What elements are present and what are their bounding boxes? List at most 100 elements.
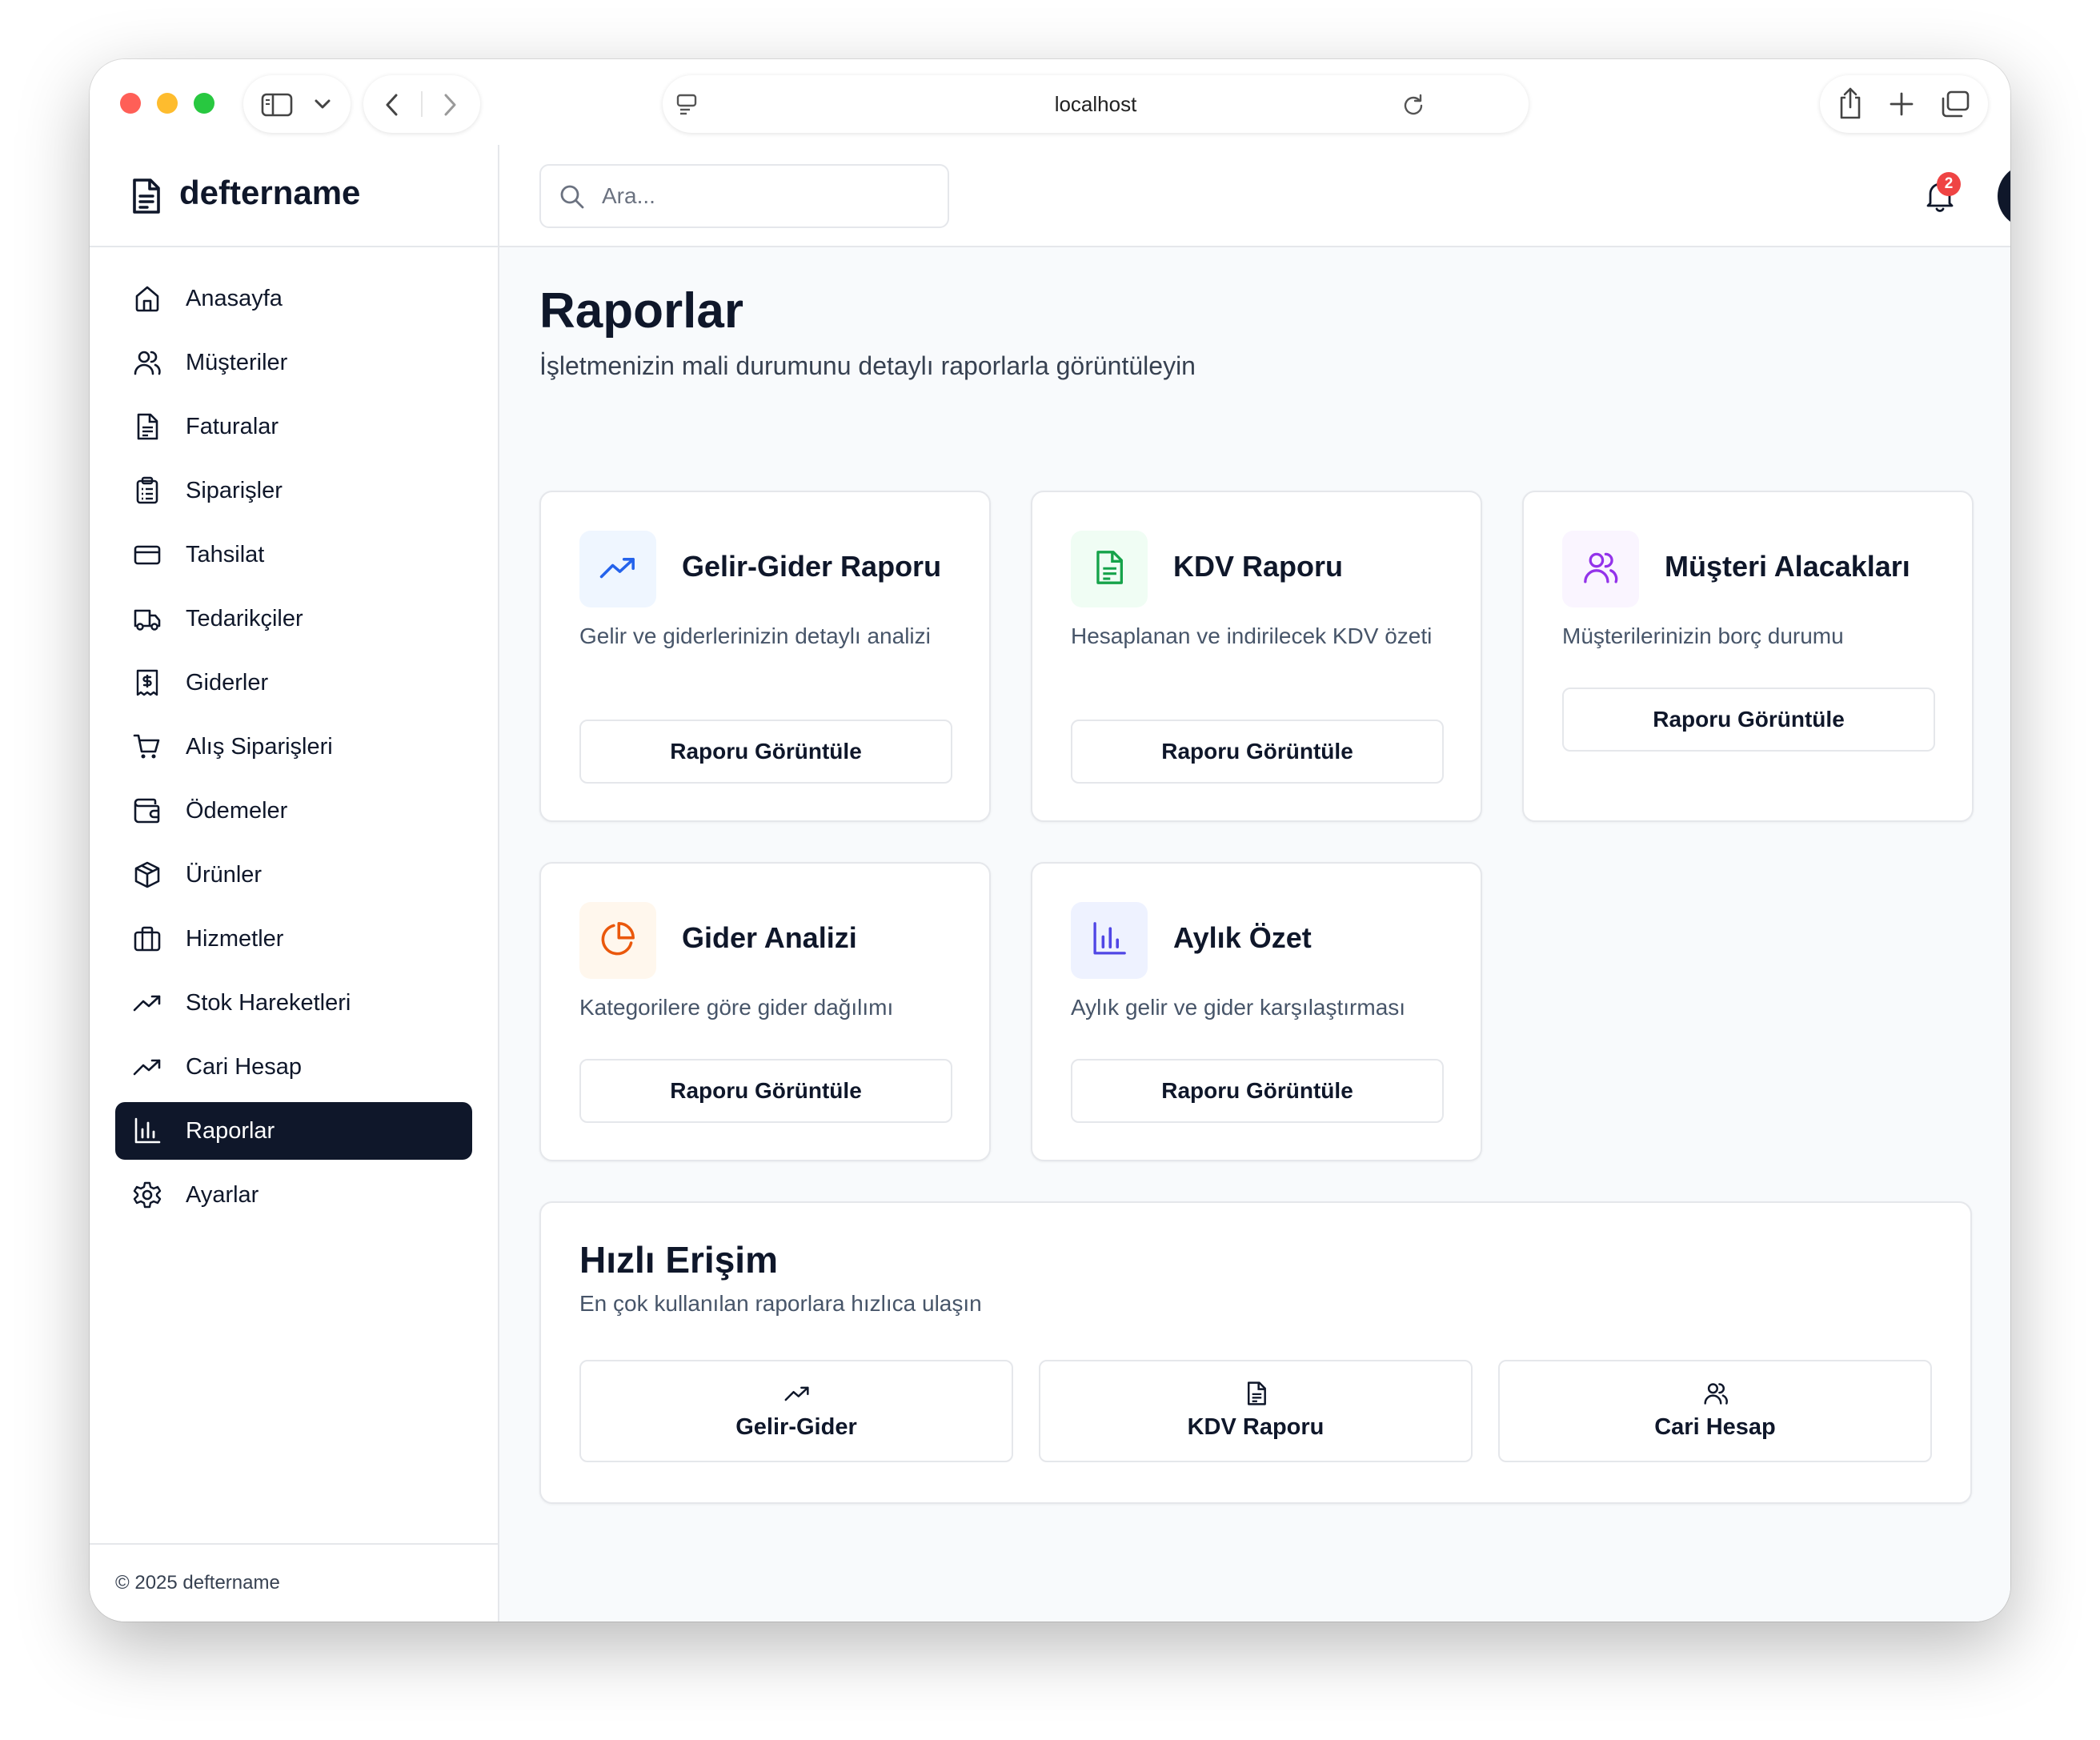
- clipboard-list-icon: [133, 476, 162, 505]
- sidebar-item-label: Ürünler: [186, 862, 262, 888]
- quick-access-label: Gelir-Gider: [735, 1414, 857, 1440]
- users-icon: [1703, 1381, 1729, 1406]
- card-description: Hesaplanan ve indirilecek KDV özeti: [1071, 623, 1433, 648]
- file-text-icon: [1244, 1381, 1269, 1406]
- view-report-button[interactable]: Raporu Görüntüle: [579, 1059, 952, 1123]
- page-settings-icon[interactable]: [675, 93, 698, 119]
- gear-icon: [133, 1181, 162, 1209]
- quick-access-gelir-gider-button[interactable]: Gelir-Gider: [579, 1360, 1013, 1462]
- card-description: Aylık gelir ve gider karşılaştırması: [1071, 995, 1406, 1020]
- card-icon-box: [1071, 531, 1148, 607]
- trending-up-icon: [133, 1052, 162, 1081]
- sidebar-item-siparisler[interactable]: Siparişler: [115, 462, 472, 519]
- sidebar-item-hizmetler[interactable]: Hizmetler: [115, 910, 472, 968]
- sidebar-item-label: Stok Hareketleri: [186, 990, 351, 1016]
- sidebar-item-label: Giderler: [186, 670, 269, 696]
- browser-toolbar: localhost: [90, 59, 2010, 145]
- forward-icon[interactable]: [442, 93, 458, 121]
- search-input[interactable]: [602, 177, 922, 215]
- reload-icon[interactable]: [1402, 93, 1425, 119]
- report-card-musteri-alacaklari: Müşteri Alacakları Müşterilerinizin borç…: [1522, 491, 1974, 822]
- minimize-window-button[interactable]: [157, 93, 178, 114]
- sidebar-item-label: Tahsilat: [186, 542, 265, 567]
- sidebar-item-label: Faturalar: [186, 414, 279, 439]
- report-card-gider-analizi: Gider Analizi Kategorilere göre gider da…: [539, 862, 991, 1161]
- sidebar-item-odemeler[interactable]: Ödemeler: [115, 782, 472, 840]
- sidebar-item-label: Tedarikçiler: [186, 606, 303, 631]
- truck-icon: [133, 604, 162, 633]
- address-bar[interactable]: localhost: [663, 75, 1529, 133]
- history-nav-group: [363, 75, 480, 133]
- document-icon: [130, 177, 163, 219]
- sidebar-item-stok-hareketleri[interactable]: Stok Hareketleri: [115, 974, 472, 1032]
- sidebar-item-anasayfa[interactable]: Anasayfa: [115, 270, 472, 327]
- card-description: Kategorilere göre gider dağılımı: [579, 995, 894, 1020]
- view-report-button[interactable]: Raporu Görüntüle: [579, 720, 952, 784]
- card-icon-box: [579, 531, 656, 607]
- sidebar-item-raporlar[interactable]: Raporlar: [115, 1102, 472, 1160]
- users-icon: [1582, 549, 1619, 590]
- sidebar-item-label: Raporlar: [186, 1118, 275, 1144]
- new-tab-icon[interactable]: [1889, 91, 1914, 121]
- close-window-button[interactable]: [120, 93, 141, 114]
- wallet-icon: [133, 796, 162, 825]
- chevron-down-icon[interactable]: [314, 98, 331, 114]
- browser-window: localhost deftername Anasayfa Müşteriler…: [90, 59, 2010, 1622]
- sidebar-item-label: Cari Hesap: [186, 1054, 303, 1080]
- main-content: Raporlar İşletmenizin mali durumunu deta…: [499, 247, 2010, 1622]
- sidebar-item-tedarikciler[interactable]: Tedarikçiler: [115, 590, 472, 647]
- maximize-window-button[interactable]: [194, 93, 214, 114]
- sidebar-item-ayarlar[interactable]: Ayarlar: [115, 1166, 472, 1224]
- url-text: localhost: [1054, 91, 1137, 116]
- sidebar-footer: © 2025 deftername: [90, 1543, 498, 1622]
- back-icon[interactable]: [384, 93, 400, 121]
- avatar[interactable]: M: [1998, 164, 2010, 228]
- sidebar-item-label: Ayarlar: [186, 1182, 259, 1208]
- search-icon: [559, 183, 586, 214]
- view-report-button[interactable]: Raporu Görüntüle: [1562, 688, 1935, 752]
- quick-access-kdv-button[interactable]: KDV Raporu: [1039, 1360, 1473, 1462]
- card-title: KDV Raporu: [1173, 550, 1344, 583]
- bar-chart-icon: [1091, 920, 1128, 961]
- view-report-button[interactable]: Raporu Görüntüle: [1071, 720, 1444, 784]
- sidebar-item-label: Müşteriler: [186, 350, 288, 375]
- page-title: Raporlar: [539, 283, 743, 339]
- quick-access-subtitle: En çok kullanılan raporlara hızlıca ulaş…: [579, 1291, 982, 1316]
- sidebar: deftername Anasayfa Müşteriler Faturalar…: [90, 145, 499, 1622]
- share-icon[interactable]: [1836, 86, 1865, 124]
- sidebar-item-giderler[interactable]: Giderler: [115, 654, 472, 712]
- view-report-button[interactable]: Raporu Görüntüle: [1071, 1059, 1444, 1123]
- file-text-icon: [1091, 549, 1128, 590]
- shopping-cart-icon: [133, 732, 162, 761]
- quick-access-label: Cari Hesap: [1654, 1414, 1776, 1440]
- brand[interactable]: deftername: [90, 145, 498, 247]
- sidebar-item-tahsilat[interactable]: Tahsilat: [115, 526, 472, 583]
- browser-actions: [1820, 75, 1988, 133]
- sidebar-item-cari-hesap[interactable]: Cari Hesap: [115, 1038, 472, 1096]
- trending-up-icon: [133, 988, 162, 1017]
- trending-up-icon: [784, 1381, 810, 1406]
- sidebar-item-urunler[interactable]: Ürünler: [115, 846, 472, 904]
- sidebar-item-label: Anasayfa: [186, 286, 283, 311]
- quick-access-cari-hesap-button[interactable]: Cari Hesap: [1498, 1360, 1932, 1462]
- briefcase-icon: [133, 924, 162, 953]
- sidebar-item-faturalar[interactable]: Faturalar: [115, 398, 472, 455]
- card-title: Müşteri Alacakları: [1665, 550, 1910, 583]
- sidebar-nav: Anasayfa Müşteriler Faturalar Siparişler…: [115, 270, 472, 1230]
- sidebar-item-label: Siparişler: [186, 478, 283, 503]
- sidebar-toggle-icon[interactable]: [261, 93, 293, 121]
- sidebar-item-musteriler[interactable]: Müşteriler: [115, 334, 472, 391]
- users-icon: [133, 348, 162, 377]
- top-header: 2 M: [499, 145, 2010, 247]
- bar-chart-icon: [133, 1117, 162, 1145]
- sidebar-item-label: Hizmetler: [186, 926, 284, 952]
- report-card-kdv: KDV Raporu Hesaplanan ve indirilecek KDV…: [1031, 491, 1482, 822]
- sidebar-item-alis-siparisleri[interactable]: Alış Siparişleri: [115, 718, 472, 776]
- search-box: [539, 164, 949, 228]
- home-icon: [133, 284, 162, 313]
- card-title: Aylık Özet: [1173, 921, 1312, 954]
- quick-access-title: Hızlı Erişim: [579, 1239, 778, 1281]
- tab-overview-icon[interactable]: [1940, 90, 1970, 122]
- quick-access-card: Hızlı Erişim En çok kullanılan raporlara…: [539, 1201, 1972, 1504]
- pie-chart-icon: [599, 920, 636, 961]
